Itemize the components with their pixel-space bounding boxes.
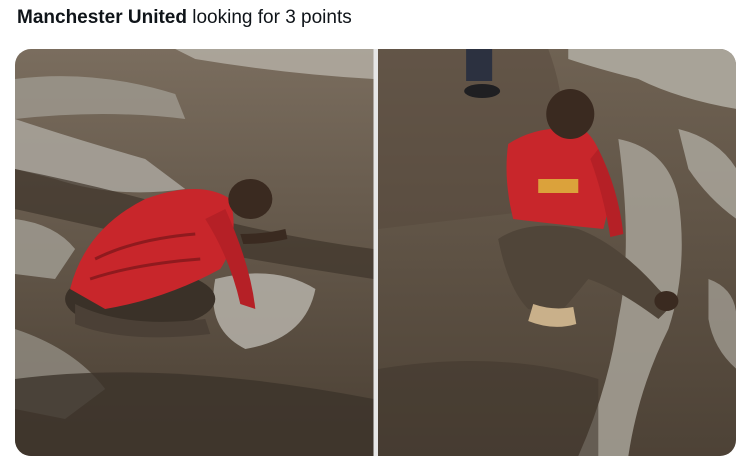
- photo-right[interactable]: [377, 49, 736, 456]
- tweet: Manchester United looking for 3 points: [0, 0, 750, 468]
- tweet-text-rest: looking for 3 points: [186, 7, 352, 28]
- photo-man-kneeling-in-mud-puddle: [15, 49, 374, 456]
- tweet-text-bold: Manchester United: [17, 7, 187, 28]
- media-grid: [15, 49, 736, 456]
- photo-left[interactable]: [15, 49, 374, 456]
- photo-man-sitting-in-mud: [377, 49, 736, 456]
- tweet-text: Manchester United looking for 3 points: [17, 6, 352, 30]
